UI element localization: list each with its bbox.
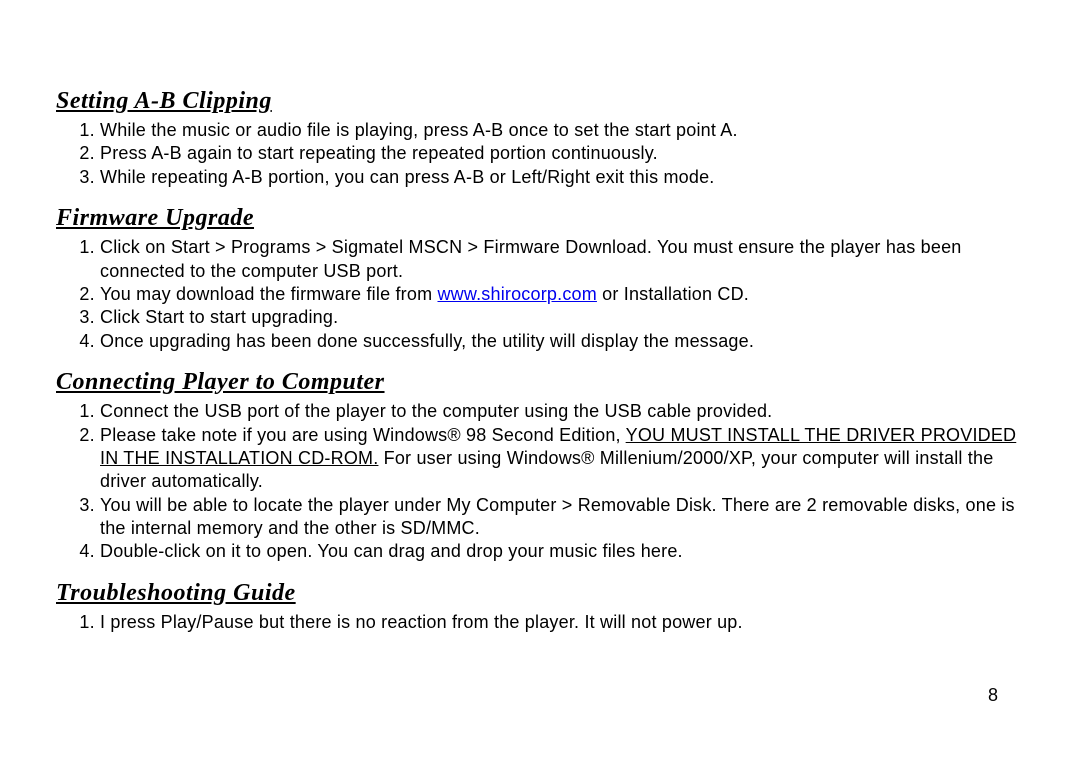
heading-troubleshooting: Troubleshooting Guide <box>56 580 1024 607</box>
list-item: Once upgrading has been done successfull… <box>100 330 1024 353</box>
section-connecting: Connecting Player to Computer Connect th… <box>56 369 1024 564</box>
text-fragment: You may download the firmware file from <box>100 284 437 304</box>
heading-ab-clipping: Setting A-B Clipping <box>56 88 1024 115</box>
list-item: Connect the USB port of the player to th… <box>100 400 1024 423</box>
text-fragment: Please take note if you are using Window… <box>100 425 626 445</box>
link-shirocorp[interactable]: www.shirocorp.com <box>437 284 596 304</box>
list-firmware: Click on Start > Programs > Sigmatel MSC… <box>56 236 1024 353</box>
list-ab-clipping: While the music or audio file is playing… <box>56 119 1024 189</box>
list-item: You may download the firmware file from … <box>100 283 1024 306</box>
section-firmware: Firmware Upgrade Click on Start > Progra… <box>56 205 1024 353</box>
list-item: Double-click on it to open. You can drag… <box>100 540 1024 563</box>
list-item: Click Start to start upgrading. <box>100 306 1024 329</box>
list-item: Please take note if you are using Window… <box>100 424 1024 494</box>
list-item: Press A-B again to start repeating the r… <box>100 142 1024 165</box>
list-item: Click on Start > Programs > Sigmatel MSC… <box>100 236 1024 283</box>
list-item: While the music or audio file is playing… <box>100 119 1024 142</box>
section-troubleshooting: Troubleshooting Guide I press Play/Pause… <box>56 580 1024 634</box>
heading-connecting: Connecting Player to Computer <box>56 369 1024 396</box>
text-fragment: or Installation CD. <box>597 284 749 304</box>
list-connecting: Connect the USB port of the player to th… <box>56 400 1024 564</box>
list-item: You will be able to locate the player un… <box>100 494 1024 541</box>
heading-firmware: Firmware Upgrade <box>56 205 1024 232</box>
page-number: 8 <box>988 685 998 706</box>
list-troubleshooting: I press Play/Pause but there is no react… <box>56 611 1024 634</box>
list-item: While repeating A-B portion, you can pre… <box>100 166 1024 189</box>
section-ab-clipping: Setting A-B Clipping While the music or … <box>56 88 1024 189</box>
list-item: I press Play/Pause but there is no react… <box>100 611 1024 634</box>
